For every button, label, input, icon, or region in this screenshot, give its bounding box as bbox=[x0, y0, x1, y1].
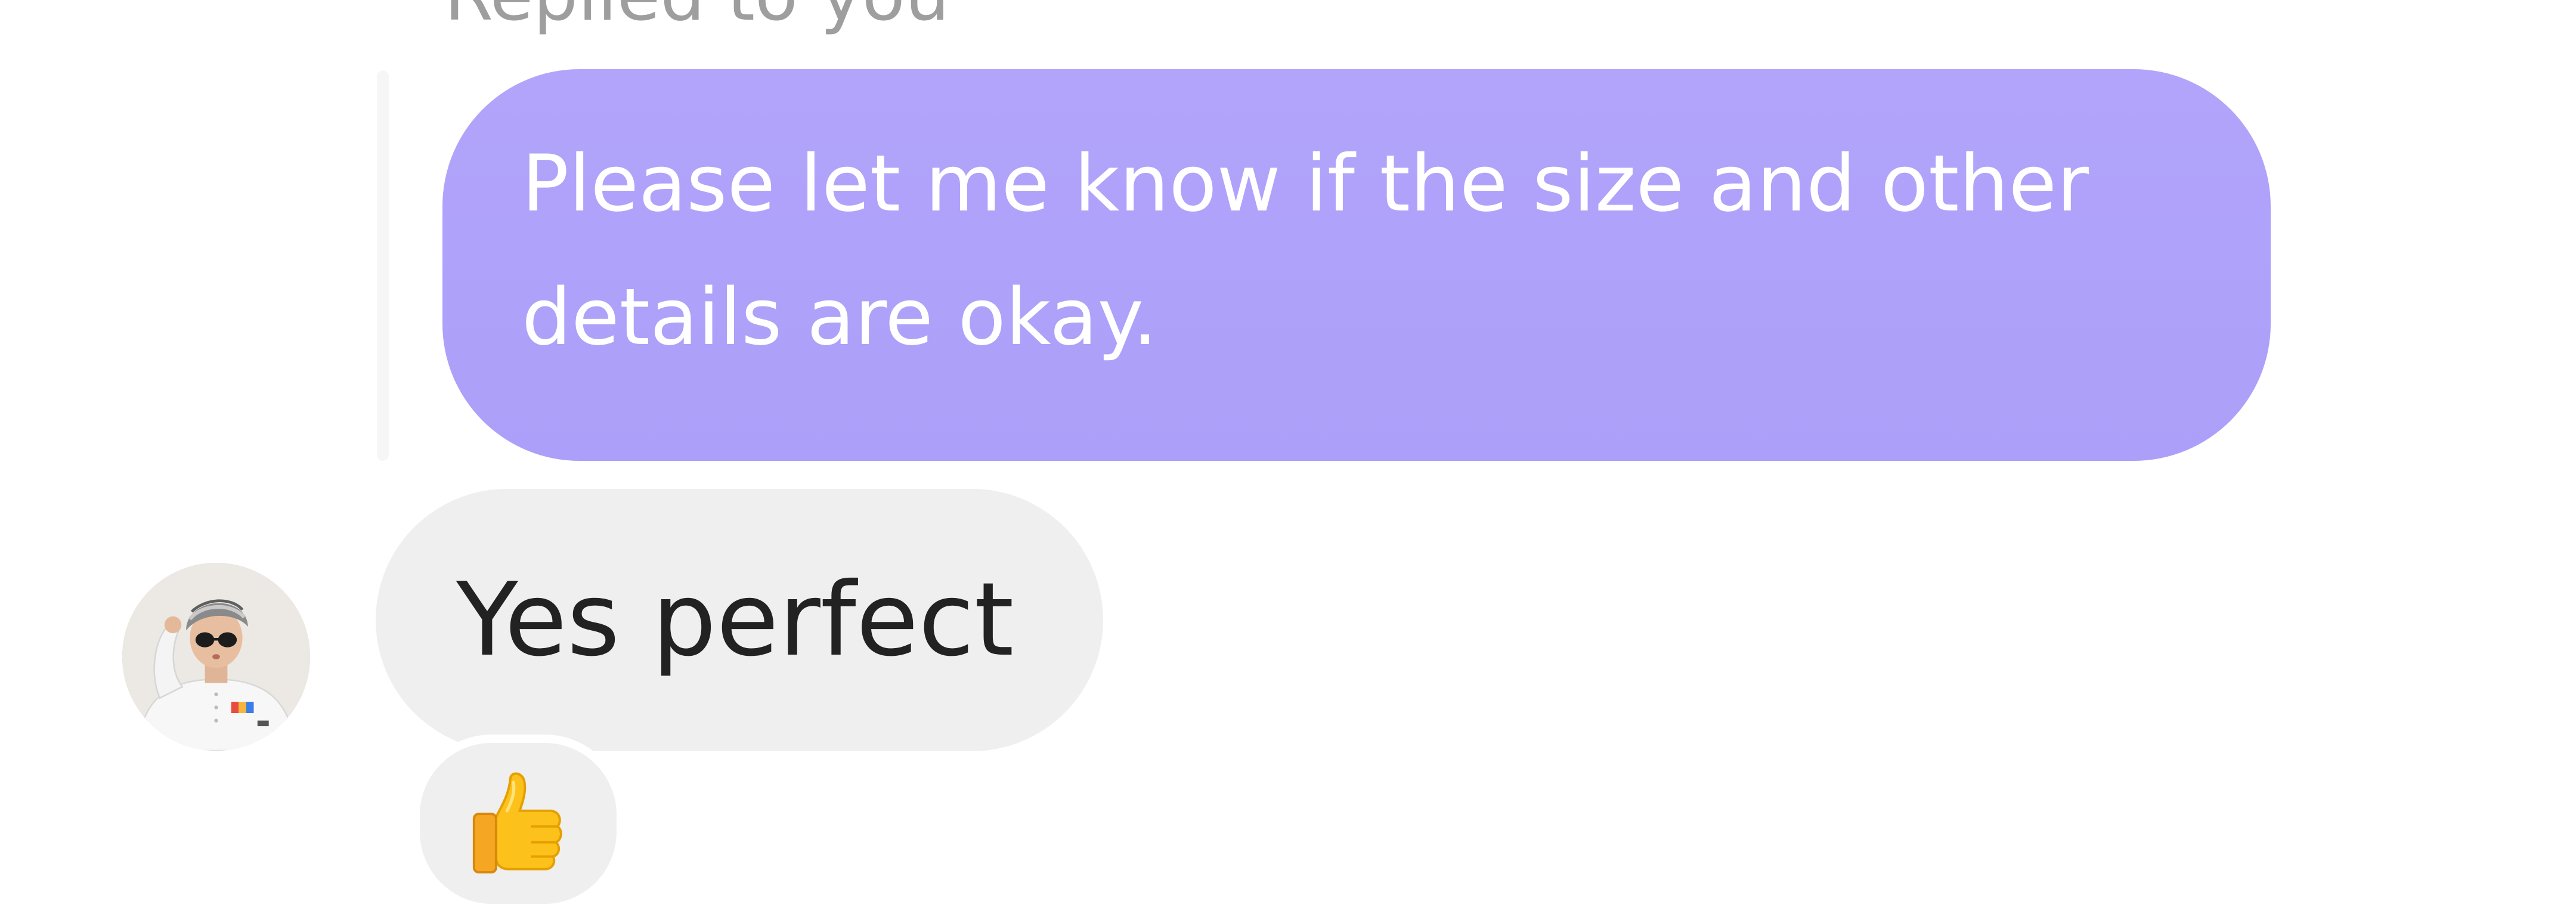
incoming-message-text: Yes perfect bbox=[456, 561, 1014, 679]
thumbs-up-icon bbox=[472, 772, 562, 874]
avatar-photo bbox=[122, 563, 310, 751]
incoming-message-bubble[interactable]: Yes perfect bbox=[376, 489, 1103, 751]
replied-message-bubble[interactable]: Please let me know if the size and other… bbox=[442, 69, 2271, 461]
replied-message-text: Please let me know if the size and other… bbox=[522, 138, 2089, 362]
reply-quote-line bbox=[377, 70, 389, 461]
reaction-chip[interactable] bbox=[411, 735, 625, 911]
reply-context-label: Replied to you bbox=[444, 0, 950, 37]
sender-avatar[interactable] bbox=[122, 563, 310, 751]
message-thread: Replied to you Please let me know if the… bbox=[0, 0, 2576, 911]
